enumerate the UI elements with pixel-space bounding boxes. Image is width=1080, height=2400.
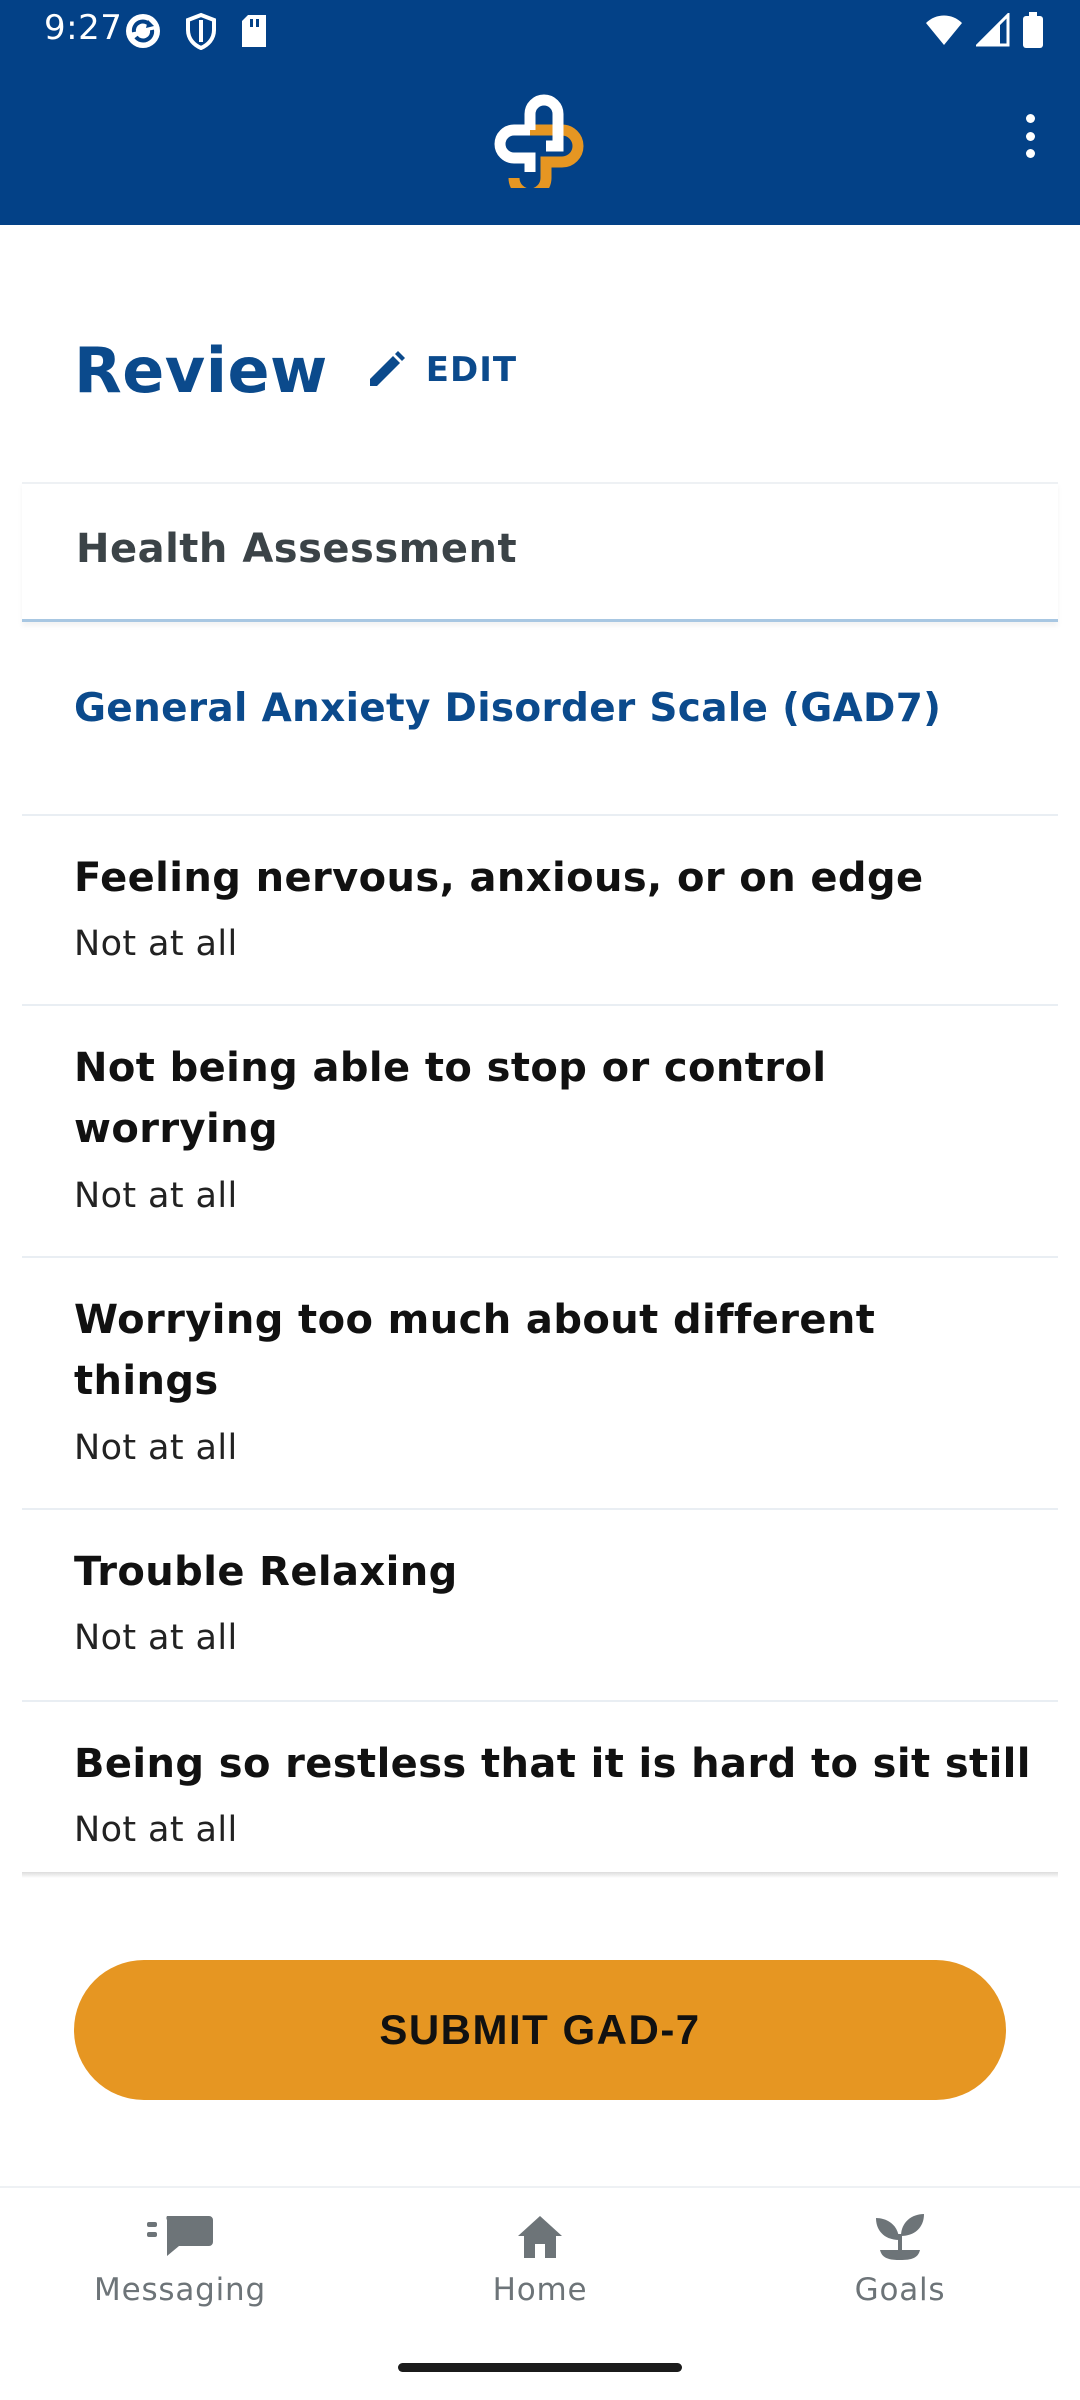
app-logo-icon (494, 94, 584, 188)
question-text: Being so restless that it is hard to sit… (74, 1741, 1031, 1787)
list-bottom-shadow (22, 1872, 1058, 1878)
question-text: Not being able to stop or control worryi… (74, 1045, 827, 1152)
edit-label: EDIT (425, 350, 518, 390)
status-system-icons (924, 12, 1044, 48)
nav-label: Messaging (94, 2272, 266, 2308)
nav-label: Home (492, 2272, 588, 2308)
question-answer: Not at all (74, 1618, 238, 1658)
pencil-icon (369, 351, 405, 386)
nav-item-messaging[interactable]: Messaging (50, 2212, 310, 2322)
signal-icon (976, 13, 1010, 47)
question-answer: Not at all (74, 1428, 238, 1468)
sprout-icon (876, 2214, 924, 2260)
menu-dot (1025, 149, 1035, 158)
submit-gad7-button[interactable]: SUBMIT GAD-7 (74, 1960, 1006, 2100)
question-text: Feeling nervous, anxious, or on edge (74, 855, 924, 901)
sd-card-icon (242, 15, 266, 47)
page-title: Review (74, 333, 328, 407)
question-answer: Not at all (74, 924, 238, 964)
question-item: Feeling nervous, anxious, or on edge Not… (22, 816, 1058, 1006)
scale-title: General Anxiety Disorder Scale (GAD7) (74, 686, 942, 731)
status-notification-icons (124, 12, 268, 50)
status-time: 9:27 (44, 8, 123, 48)
question-item: Being so restless that it is hard to sit… (22, 1702, 1058, 1872)
question-item: Trouble Relaxing Not at all (22, 1510, 1058, 1702)
section-header[interactable]: Health Assessment (22, 482, 1058, 622)
question-answer: Not at all (74, 1810, 238, 1850)
question-text: Worrying too much about different things (74, 1297, 876, 1404)
chat-icon (147, 2216, 213, 2256)
shield-icon (186, 12, 216, 50)
wifi-icon (926, 15, 962, 45)
question-answer: Not at all (74, 1176, 238, 1216)
question-item: Not being able to stop or control worryi… (22, 1006, 1058, 1258)
menu-dot (1025, 114, 1035, 123)
menu-dot (1025, 131, 1035, 141)
sync-icon (126, 14, 160, 48)
home-icon (518, 2216, 562, 2258)
nav-item-goals[interactable]: Goals (770, 2212, 1030, 2322)
nav-label: Goals (854, 2272, 946, 2308)
question-item: Worrying too much about different things… (22, 1258, 1058, 1510)
submit-label: SUBMIT GAD-7 (379, 2006, 701, 2053)
review-header: Review EDIT (74, 320, 517, 420)
gesture-navigation-bar[interactable] (398, 2363, 682, 2372)
app-bar: 9:27 (0, 0, 1080, 225)
edit-button[interactable]: EDIT (366, 350, 517, 390)
nav-item-home[interactable]: Home (410, 2212, 670, 2322)
question-text: Trouble Relaxing (74, 1549, 458, 1595)
section-header-label: Health Assessment (76, 526, 518, 572)
battery-icon (1023, 12, 1043, 48)
overflow-menu-button[interactable] (1008, 104, 1052, 168)
status-bar: 9:27 (0, 0, 1080, 64)
